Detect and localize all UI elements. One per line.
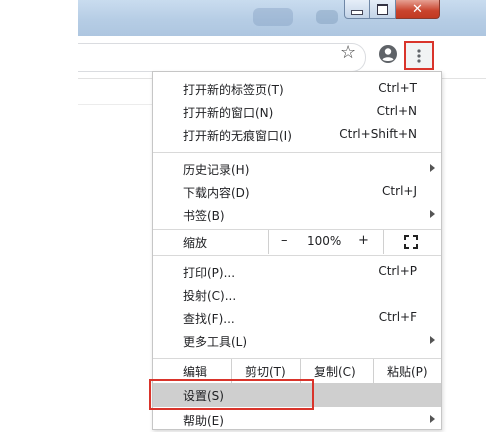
window-controls: ✕	[344, 0, 440, 19]
zoom-level: 100%	[307, 234, 342, 248]
close-icon: ✕	[412, 1, 423, 17]
menu-item-new-window[interactable]: 打开新的窗口(N) Ctrl+N	[153, 100, 441, 124]
maximize-button[interactable]	[370, 0, 396, 19]
address-bar[interactable]	[78, 43, 366, 72]
menu-item-print[interactable]: 打印(P)... Ctrl+P	[153, 260, 441, 284]
menu-item-shortcut: Ctrl+Shift+N	[339, 127, 417, 141]
menu-item-shortcut: Ctrl+J	[382, 184, 417, 198]
menu-item-downloads[interactable]: 下载内容(D) Ctrl+J	[153, 180, 441, 204]
zoom-out-button[interactable]: –	[281, 233, 288, 248]
zoom-in-button[interactable]: +	[358, 233, 369, 248]
star-icon[interactable]: ☆	[340, 44, 356, 62]
zoom-label: 缩放	[183, 236, 208, 250]
account-circle-icon[interactable]	[378, 44, 398, 64]
menu-separator	[153, 152, 441, 153]
paste-label: 粘贴(P)	[387, 365, 428, 379]
menu-item-shortcut: Ctrl+T	[378, 81, 417, 95]
submenu-arrow-icon	[430, 210, 435, 218]
menu-item-label: 打开新的无痕窗口(I)	[183, 129, 292, 143]
menu-item-label: 打开新的标签页(T)	[183, 83, 284, 97]
submenu-arrow-icon	[430, 164, 435, 172]
menu-item-label: 帮助(E)	[183, 414, 224, 428]
menu-item-shortcut: Ctrl+N	[376, 104, 417, 118]
menu-item-shortcut: Ctrl+P	[378, 264, 417, 278]
menu-item-cast[interactable]: 投射(C)...	[153, 283, 441, 307]
zoom-divider	[268, 230, 269, 254]
chrome-main-menu: 打开新的标签页(T) Ctrl+T 打开新的窗口(N) Ctrl+N 打开新的无…	[152, 71, 442, 430]
menu-item-label: 打开新的窗口(N)	[183, 106, 274, 120]
tab-blur	[316, 10, 338, 24]
menu-item-bookmarks[interactable]: 书签(B)	[153, 203, 441, 227]
menu-item-label: 投射(C)...	[183, 289, 237, 303]
fullscreen-icon[interactable]	[404, 235, 418, 249]
vertical-dots-icon	[417, 48, 421, 63]
submenu-arrow-icon	[430, 415, 435, 423]
edit-label: 编辑	[183, 365, 208, 379]
menu-item-label: 更多工具(L)	[183, 335, 248, 349]
menu-item-incognito[interactable]: 打开新的无痕窗口(I) Ctrl+Shift+N	[153, 123, 441, 147]
zoom-row: 缩放 – 100% +	[153, 230, 441, 254]
menu-item-history[interactable]: 历史记录(H)	[153, 157, 441, 181]
menu-item-label: 打印(P)...	[183, 266, 236, 280]
menu-item-label: 下载内容(D)	[183, 186, 250, 200]
close-button[interactable]: ✕	[396, 0, 440, 19]
menu-item-help[interactable]: 帮助(E)	[153, 408, 441, 432]
maximize-icon	[377, 3, 388, 15]
menu-item-new-tab[interactable]: 打开新的标签页(T) Ctrl+T	[153, 77, 441, 101]
menu-item-label: 查找(F)...	[183, 312, 235, 326]
menu-item-shortcut: Ctrl+F	[378, 310, 417, 324]
tab-blur	[253, 8, 293, 26]
cut-label: 剪切(T)	[245, 365, 286, 379]
minimize-icon	[351, 9, 363, 15]
window-title-bar[interactable]: ✕	[78, 0, 486, 36]
submenu-arrow-icon	[430, 336, 435, 344]
menu-item-label: 书签(B)	[183, 209, 225, 223]
content-divider	[78, 104, 153, 105]
zoom-divider	[383, 230, 384, 254]
paste-button[interactable]: 粘贴(P)	[373, 359, 441, 383]
menu-button[interactable]	[404, 41, 434, 70]
settings-highlight-box	[149, 379, 314, 410]
menu-item-find[interactable]: 查找(F)... Ctrl+F	[153, 306, 441, 330]
menu-item-label: 历史记录(H)	[183, 163, 250, 177]
menu-separator	[153, 255, 441, 256]
copy-label: 复制(C)	[314, 365, 356, 379]
minimize-button[interactable]	[344, 0, 370, 19]
menu-item-more-tools[interactable]: 更多工具(L)	[153, 329, 441, 353]
